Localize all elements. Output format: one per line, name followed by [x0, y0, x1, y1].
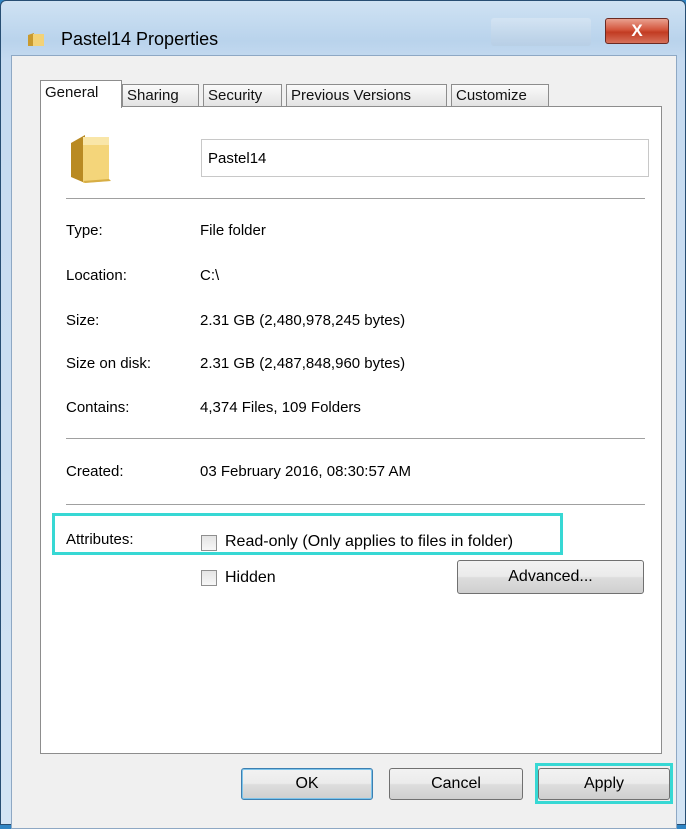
tab-security[interactable]: Security: [203, 84, 282, 106]
close-button[interactable]: X: [605, 18, 669, 44]
tab-sharing[interactable]: Sharing: [122, 84, 199, 106]
contains-label: Contains:: [66, 399, 130, 416]
separator: [66, 504, 645, 505]
folder-icon: [71, 135, 111, 183]
created-value: 03 February 2016, 08:30:57 AM: [200, 463, 411, 480]
separator: [66, 438, 645, 439]
hidden-label[interactable]: Hidden: [225, 569, 276, 587]
readonly-checkbox[interactable]: [201, 535, 217, 551]
ok-button[interactable]: OK: [241, 768, 373, 800]
created-label: Created:: [66, 463, 124, 480]
title-bar[interactable]: Pastel14 Properties X: [1, 1, 685, 51]
folder-icon: [28, 33, 44, 46]
folder-name-input[interactable]: [201, 139, 649, 177]
tab-general[interactable]: General: [40, 80, 122, 108]
background-window-button: [491, 18, 591, 46]
properties-window: Pastel14 Properties X General Sharing Se…: [0, 0, 686, 829]
contains-value: 4,374 Files, 109 Folders: [200, 399, 361, 416]
type-label: Type:: [66, 222, 103, 239]
separator: [66, 198, 645, 199]
size-on-disk-value: 2.31 GB (2,487,848,960 bytes): [200, 355, 406, 372]
size-value: 2.31 GB (2,480,978,245 bytes): [200, 312, 406, 329]
type-value: File folder: [200, 222, 266, 239]
size-on-disk-label: Size on disk:: [66, 355, 152, 372]
readonly-label[interactable]: Read-only (Only applies to files in fold…: [225, 533, 513, 551]
cancel-button[interactable]: Cancel: [389, 768, 523, 800]
tab-customize[interactable]: Customize: [451, 84, 549, 106]
location-label: Location:: [66, 267, 127, 284]
advanced-button[interactable]: Advanced...: [457, 560, 644, 594]
general-panel: Type: File folder Location: C:\ Size: 2.…: [40, 106, 662, 754]
hidden-checkbox[interactable]: [201, 570, 217, 586]
size-label: Size:: [66, 312, 100, 329]
dialog-body: General Sharing Security Previous Versio…: [11, 55, 677, 829]
tab-previous-versions[interactable]: Previous Versions: [286, 84, 447, 106]
window-title: Pastel14 Properties: [61, 29, 219, 49]
location-value: C:\: [200, 267, 220, 284]
attributes-label: Attributes:: [66, 531, 134, 548]
apply-button[interactable]: Apply: [538, 768, 670, 800]
